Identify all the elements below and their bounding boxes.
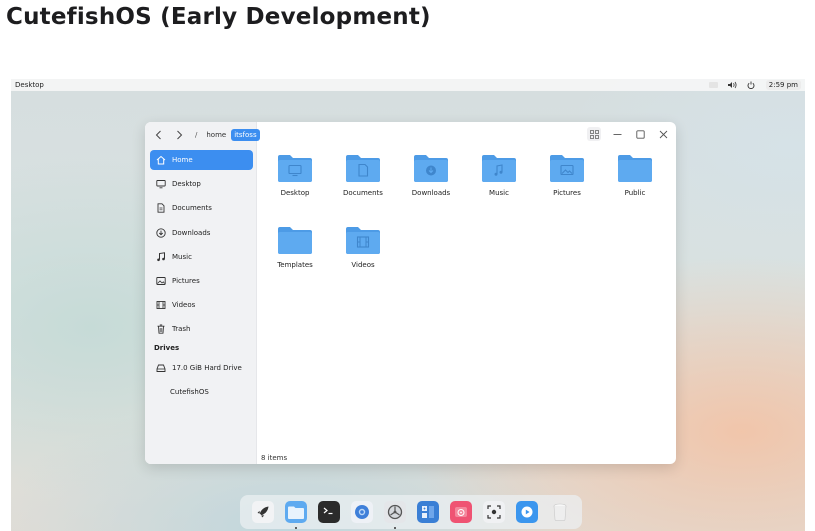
home-icon (156, 155, 166, 165)
dock-calculator[interactable] (416, 501, 439, 523)
power-icon[interactable] (747, 81, 756, 90)
sidebar-item-cutefishos[interactable]: CutefishOS (150, 388, 253, 396)
running-indicator (393, 527, 396, 529)
dock-music-player[interactable] (449, 501, 472, 523)
sidebar-item-label: Videos (172, 301, 196, 310)
drives-header: Drives (154, 343, 180, 352)
folder-label: Downloads (411, 189, 451, 197)
folder-downloads[interactable]: Downloads (401, 154, 461, 197)
folder-label: Pictures (553, 189, 581, 197)
folder-label: Videos (351, 261, 375, 269)
play-icon (521, 506, 532, 518)
active-window-title: Desktop (15, 81, 44, 89)
sidebar-item-label: Documents (172, 204, 212, 213)
calculator-icon (421, 506, 434, 518)
hard-drive-icon (156, 363, 166, 373)
file-manager-window: Home Desktop Documents Downloads Music P… (145, 122, 676, 464)
folder-videos[interactable]: Videos (333, 226, 393, 269)
tray-placeholder-icon[interactable] (708, 81, 718, 90)
film-icon (156, 300, 166, 310)
system-tray: 2:59 pm (708, 80, 801, 90)
sidebar-item-documents[interactable]: Documents (150, 198, 253, 218)
monitor-icon (156, 179, 166, 189)
folder-label: Desktop (280, 189, 310, 197)
desktop-screen: Desktop 2:59 pm Home Desktop Documents D… (11, 79, 805, 531)
sidebar-item-music[interactable]: Music (150, 247, 253, 267)
picture-icon (156, 276, 166, 286)
dock-file-manager[interactable] (284, 501, 307, 529)
folder-icon (346, 227, 380, 254)
sidebar-item-desktop[interactable]: Desktop (150, 174, 253, 194)
folder-public[interactable]: Public (605, 154, 665, 197)
sidebar-item-videos[interactable]: Videos (150, 295, 253, 315)
status-item-count: 8 items (261, 454, 288, 462)
screenshot-icon (486, 505, 501, 519)
sidebar-item-label: Downloads (172, 228, 211, 237)
breadcrumb-separator: / (195, 131, 198, 139)
dock-terminal[interactable] (317, 501, 340, 523)
dock-video-player[interactable] (515, 501, 538, 523)
trash-icon (156, 324, 166, 334)
top-panel: Desktop 2:59 pm (11, 79, 805, 91)
folder-pictures[interactable]: Pictures (537, 154, 597, 197)
browser-icon (354, 505, 369, 519)
folder-label: Public (624, 189, 646, 197)
dock-launcher[interactable] (251, 501, 274, 523)
download-icon (156, 227, 166, 238)
sidebar-item-label: 17.0 GiB Hard Drive (172, 363, 242, 372)
folder-label: Templates (277, 261, 313, 269)
dock (240, 495, 582, 529)
sidebar-item-trash[interactable]: Trash (150, 319, 253, 339)
folder-icon (278, 227, 312, 254)
folder-desktop[interactable]: Desktop (265, 154, 325, 197)
sidebar-item-pictures[interactable]: Pictures (150, 271, 253, 291)
sidebar: Home Desktop Documents Downloads Music P… (145, 122, 257, 464)
sidebar-item-label: Music (172, 252, 192, 261)
folder-label: Documents (343, 189, 383, 197)
back-button[interactable] (151, 128, 166, 143)
sidebar-item-hard-drive[interactable]: 17.0 GiB Hard Drive (150, 358, 253, 378)
document-icon (156, 203, 166, 214)
breadcrumb-home[interactable]: home (203, 129, 229, 141)
sidebar-item-label: Pictures (172, 276, 200, 285)
sidebar-item-downloads[interactable]: Downloads (150, 223, 253, 243)
sidebar-item-label: Home (172, 156, 193, 164)
folder-icon (278, 155, 312, 182)
page-heading: CutefishOS (Early Development) (6, 4, 431, 30)
folder-icon (618, 155, 652, 182)
folder-documents[interactable]: Documents (333, 154, 393, 197)
music-note-icon (156, 251, 166, 262)
folder-music[interactable]: Music (469, 154, 529, 197)
trash-can-icon (553, 503, 566, 521)
file-view: Desktop Documents Downloads Music Pictur… (257, 122, 676, 464)
dock-settings[interactable] (383, 501, 406, 529)
clock[interactable]: 2:59 pm (765, 80, 801, 90)
folder-icon (482, 155, 516, 182)
folder-icon (550, 155, 584, 182)
dock-screenshot[interactable] (482, 501, 505, 523)
dock-browser[interactable] (350, 501, 373, 523)
chevron-left-icon (155, 130, 161, 140)
folder-label: Music (489, 189, 509, 197)
chevron-right-icon (177, 130, 183, 140)
rocket-icon (257, 506, 268, 518)
terminal-icon (323, 507, 332, 515)
volume-icon[interactable] (727, 81, 737, 90)
breadcrumb-itsfoss[interactable]: itsfoss (231, 129, 260, 141)
running-indicator (294, 527, 297, 529)
sidebar-item-label: Desktop (172, 180, 201, 189)
forward-button[interactable] (172, 128, 187, 143)
music-player-icon (454, 507, 467, 517)
dock-trash[interactable] (549, 501, 571, 523)
settings-icon (387, 504, 402, 520)
sidebar-item-home[interactable]: Home (150, 150, 253, 170)
folder-templates[interactable]: Templates (265, 226, 325, 269)
sidebar-item-label: Trash (172, 325, 191, 334)
folder-icon (346, 155, 380, 182)
folder-icon (414, 155, 448, 182)
folder-icon (287, 506, 304, 519)
